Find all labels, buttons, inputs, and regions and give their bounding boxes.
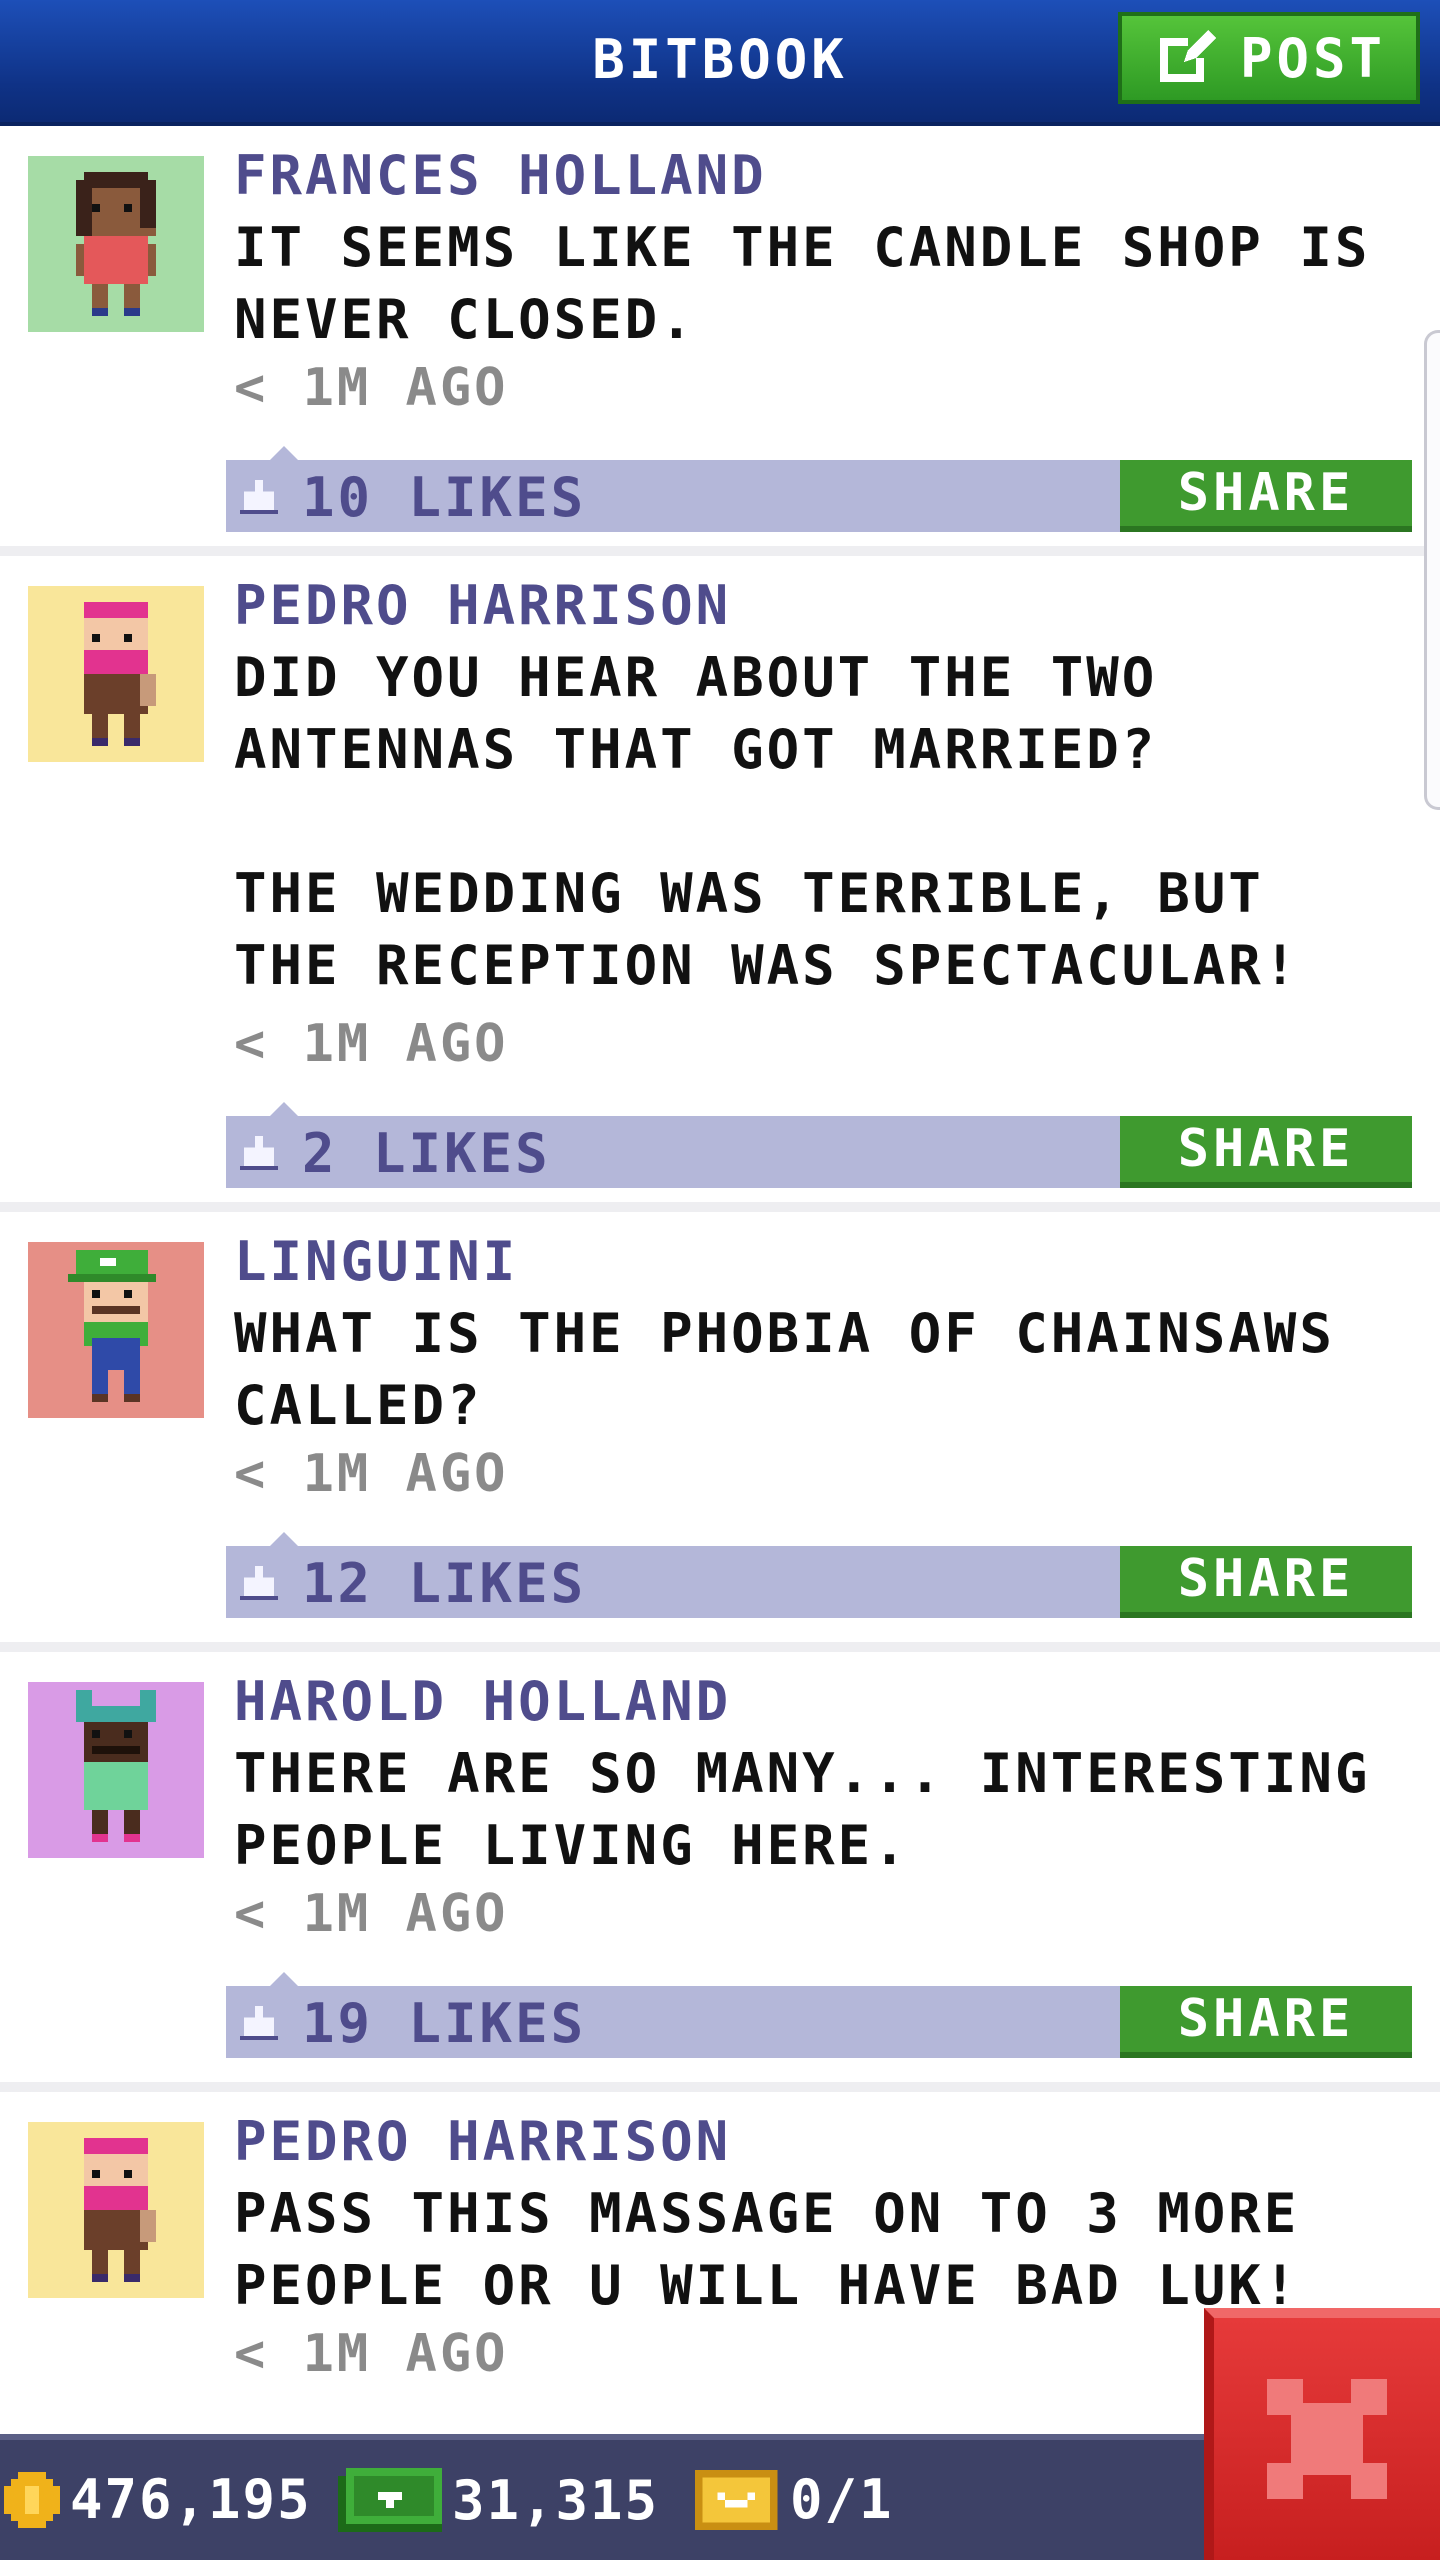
post-time: < 1M AGO	[234, 1884, 509, 1944]
coins-value: 476,195	[70, 2468, 312, 2531]
feed-post: PEDRO HARRISON DID YOU HEAR ABOUT THE TW…	[0, 556, 1440, 1212]
character-avatar	[68, 1250, 156, 1402]
likes-count: 2 LIKES	[302, 1122, 551, 1185]
share-button[interactable]: SHARE	[1120, 1116, 1412, 1188]
post-button[interactable]: POST	[1118, 12, 1420, 104]
thumbs-up-icon[interactable]	[240, 2006, 278, 2040]
edit-icon	[1159, 30, 1216, 82]
feed-post: FRANCES HOLLAND IT SEEMS LIKE THE CANDLE…	[0, 126, 1440, 556]
thumbs-up-icon[interactable]	[240, 1136, 278, 1170]
post-author[interactable]: HAROLD HOLLAND	[234, 1670, 731, 1733]
post-text: THERE ARE SO MANY... INTERESTING PEOPLE …	[234, 1742, 1371, 1877]
scrollbar[interactable]	[1424, 330, 1440, 810]
bux-value: 31,315	[452, 2468, 660, 2532]
post-time: < 1M AGO	[234, 1014, 509, 1074]
post-text: PASS THIS MASSAGE ON TO 3 MORE PEOPLE OR…	[234, 2182, 1300, 2317]
character-avatar	[76, 172, 156, 316]
likes-bar: 12 LIKES SHARE	[226, 1532, 1412, 1618]
likes-count: 12 LIKES	[302, 1552, 587, 1615]
avatar[interactable]	[28, 156, 204, 332]
avatar[interactable]	[28, 1242, 204, 1418]
bux-stat: 31,315	[338, 2468, 659, 2532]
post-author[interactable]: PEDRO HARRISON	[234, 2110, 731, 2173]
feed[interactable]: FRANCES HOLLAND IT SEEMS LIKE THE CANDLE…	[0, 126, 1440, 2492]
post-text: IT SEEMS LIKE THE CANDLE SHOP IS NEVER C…	[234, 216, 1371, 351]
likes-bar: 19 LIKES SHARE	[226, 1972, 1412, 2058]
avatar[interactable]	[28, 1682, 204, 1858]
post-time: < 1M AGO	[234, 358, 509, 418]
likes-bar: 2 LIKES SHARE	[226, 1102, 1412, 1188]
coins-stat: 476,195	[4, 2468, 312, 2531]
share-button[interactable]: SHARE	[1120, 1986, 1412, 2058]
tickets-value: 0/1	[790, 2468, 894, 2531]
character-avatar	[76, 1690, 156, 1842]
character-avatar	[84, 602, 156, 746]
post-time: < 1M AGO	[234, 2324, 509, 2384]
thumbs-up-icon[interactable]	[240, 1566, 278, 1600]
likes-count: 10 LIKES	[302, 466, 587, 529]
likes-count: 19 LIKES	[302, 1992, 587, 2055]
post-text: DID YOU HEAR ABOUT THE TWO ANTENNAS THAT…	[234, 646, 1300, 997]
feed-post: LINGUINI WHAT IS THE PHOBIA OF CHAINSAWS…	[0, 1212, 1440, 1652]
avatar[interactable]	[28, 586, 204, 762]
feed-post: HAROLD HOLLAND THERE ARE SO MANY... INTE…	[0, 1652, 1440, 2092]
share-button[interactable]: SHARE	[1120, 1546, 1412, 1618]
app-header: BITBOOK POST	[0, 0, 1440, 126]
likes-bar: 10 LIKES SHARE	[226, 446, 1412, 532]
ticket-icon	[694, 2469, 778, 2530]
close-icon	[1267, 2379, 1387, 2499]
post-time: < 1M AGO	[234, 1444, 509, 1504]
post-author[interactable]: LINGUINI	[234, 1230, 518, 1293]
share-button[interactable]: SHARE	[1120, 460, 1412, 532]
close-button[interactable]	[1204, 2308, 1440, 2560]
character-avatar	[84, 2138, 156, 2282]
avatar[interactable]	[28, 2122, 204, 2298]
post-button-label: POST	[1239, 26, 1387, 90]
post-text: WHAT IS THE PHOBIA OF CHAINSAWS CALLED?	[234, 1302, 1335, 1437]
post-author[interactable]: PEDRO HARRISON	[234, 574, 731, 637]
thumbs-up-icon[interactable]	[240, 480, 278, 514]
bux-icon	[338, 2468, 442, 2532]
post-author[interactable]: FRANCES HOLLAND	[234, 144, 767, 207]
tickets-stat: 0/1	[692, 2468, 894, 2531]
coin-icon	[4, 2471, 60, 2528]
